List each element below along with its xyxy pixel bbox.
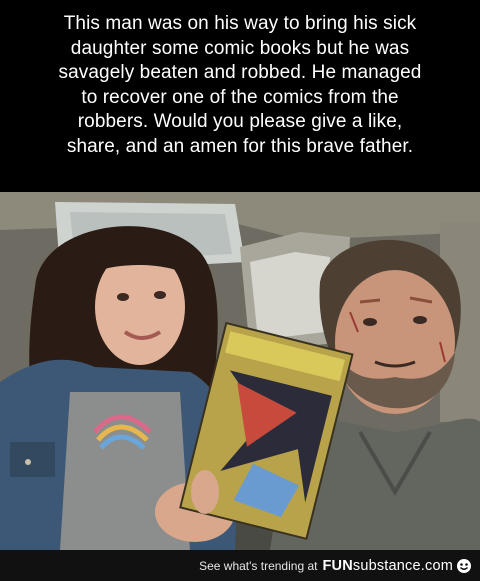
footer-bar: See what's trending at FUN substance.com — [0, 550, 480, 581]
caption-line-1: This man was on his way to bring his sic… — [63, 13, 417, 34]
trending-text: See what's trending at — [199, 559, 318, 573]
caption-line-4: to recover one of the comics from the — [81, 86, 399, 108]
funsubstance-logo-icon — [456, 558, 472, 574]
meme-photo — [0, 192, 480, 550]
caption-line-5: robbers. Would you please give a like, — [77, 111, 403, 133]
caption-line-3: savagely beaten and robbed. He managed — [58, 62, 422, 84]
brand-name-light: substance.com — [352, 558, 453, 574]
caption-block: This man was on his way to bring his sic… — [0, 0, 480, 192]
caption-line-6: share, and an amen for this brave father… — [66, 135, 414, 157]
footer-credit[interactable]: See what's trending at FUN substance.com — [199, 557, 472, 575]
caption-line-2: daughter some comic books but he was — [70, 37, 410, 59]
brand-name-bold: FUN — [322, 558, 353, 574]
photo-illustration — [0, 192, 480, 550]
